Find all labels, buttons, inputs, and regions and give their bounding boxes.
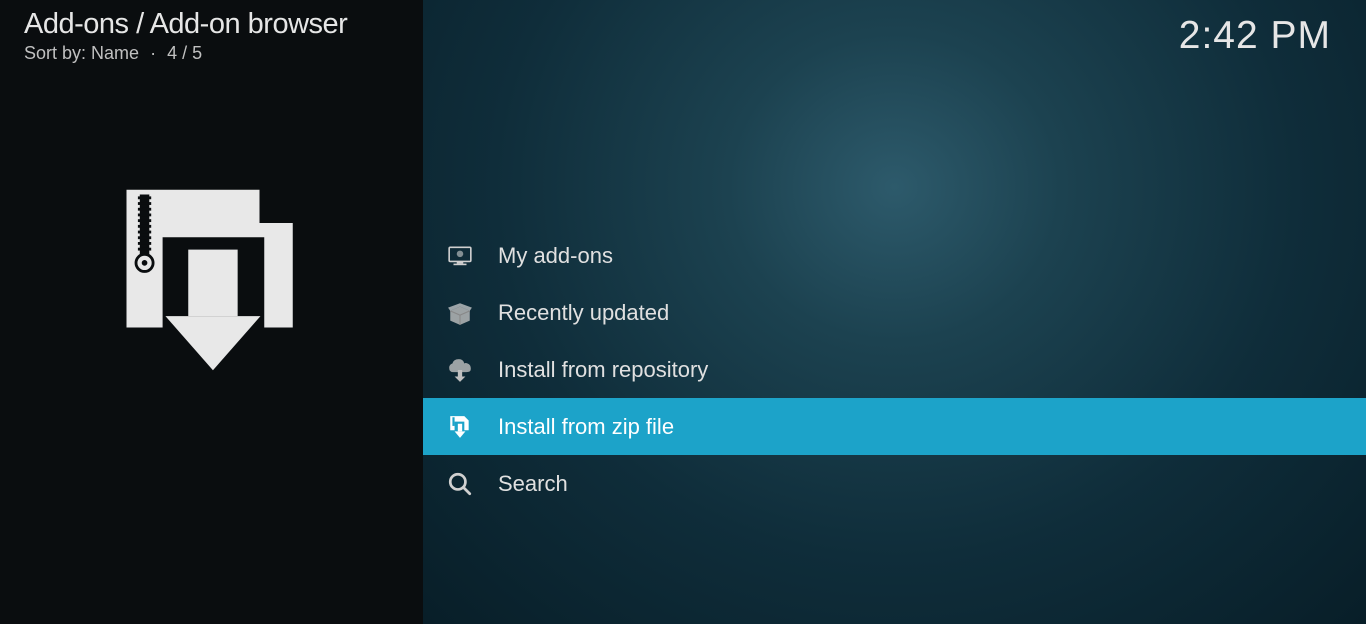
search-icon [446, 470, 474, 498]
menu-item-recently-updated[interactable]: Recently updated [423, 284, 1366, 341]
sidebar-header: Add-ons / Add-on browser Sort by: Name ·… [0, 0, 423, 72]
breadcrumb: Add-ons / Add-on browser [24, 8, 399, 41]
menu-item-label: Recently updated [498, 300, 669, 326]
menu-item-install-zip[interactable]: Install from zip file [423, 398, 1366, 455]
menu-item-my-addons[interactable]: My add-ons [423, 227, 1366, 284]
monitor-icon [446, 242, 474, 270]
sort-position: 4 / 5 [167, 43, 202, 63]
menu-item-label: Install from repository [498, 357, 708, 383]
zip-file-download-icon [117, 185, 307, 375]
sort-label: Sort by: Name [24, 43, 139, 63]
sidebar-icon-container [117, 185, 307, 380]
menu-list: My add-ons Recently updated [423, 227, 1366, 512]
clock: 2:42 PM [1179, 14, 1331, 58]
menu-item-label: Install from zip file [498, 414, 674, 440]
menu-item-search[interactable]: Search [423, 455, 1366, 512]
box-open-icon [446, 299, 474, 327]
cloud-download-icon [446, 356, 474, 384]
menu-item-label: My add-ons [498, 243, 613, 269]
sidebar: Add-ons / Add-on browser Sort by: Name ·… [0, 0, 423, 624]
sort-separator: · [150, 43, 156, 63]
content-area: 2:42 PM My add-ons [423, 0, 1366, 624]
zip-download-icon [446, 413, 474, 441]
menu-item-label: Search [498, 471, 568, 497]
sort-info: Sort by: Name · 4 / 5 [24, 43, 399, 64]
menu-item-install-repository[interactable]: Install from repository [423, 341, 1366, 398]
